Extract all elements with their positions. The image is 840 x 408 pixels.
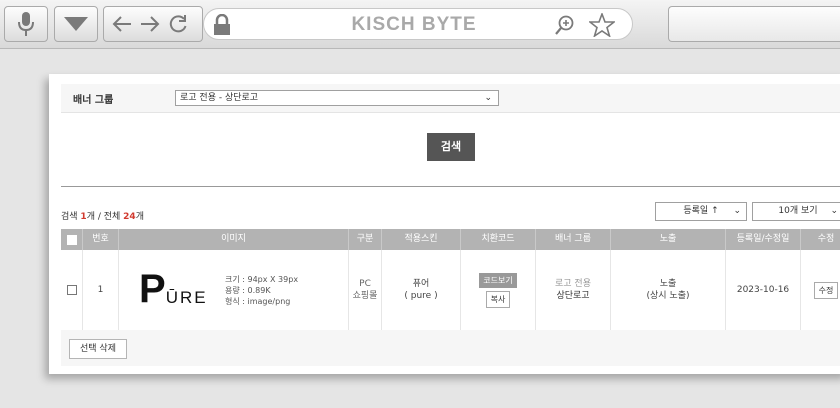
row-group-line2: 상단로고 bbox=[556, 291, 590, 301]
browser-toolbar: KISCH BYTE bbox=[0, 0, 840, 49]
header-group: 배너 그룹 bbox=[536, 229, 611, 250]
row-edit-cell: 수정 bbox=[801, 250, 840, 330]
divider bbox=[61, 186, 840, 187]
header-date: 등록일/수정일 bbox=[726, 229, 801, 250]
result-count-suffix: 개 bbox=[135, 212, 144, 222]
content-panel: 배너 그룹 로고 전용 - 상단로고 ⌄ 검색 검색 1개 / 전체 24개 등… bbox=[49, 74, 840, 374]
lock-icon bbox=[214, 14, 230, 35]
page-size-value: 10개 보기 bbox=[778, 206, 818, 216]
microphone-button[interactable] bbox=[4, 6, 48, 42]
row-number: 1 bbox=[83, 250, 119, 330]
row-type: PC 쇼핑몰 bbox=[349, 250, 382, 330]
dropdown-arrow-icon bbox=[64, 17, 88, 31]
header-skin: 적용스킨 bbox=[382, 229, 461, 250]
copy-button[interactable]: 복사 bbox=[485, 290, 511, 308]
back-arrow-icon[interactable] bbox=[112, 15, 132, 33]
result-count-prefix: 검색 bbox=[61, 212, 81, 222]
star-icon[interactable] bbox=[589, 13, 615, 37]
row-type-line1: PC bbox=[359, 279, 371, 289]
toolbar-side-box bbox=[668, 6, 840, 42]
row-date: 2023-10-16 bbox=[726, 250, 801, 330]
reload-icon[interactable] bbox=[168, 14, 188, 34]
header-type: 구분 bbox=[349, 229, 382, 250]
header-number: 번호 bbox=[83, 229, 119, 250]
result-count-middle: 개 / 전체 bbox=[86, 212, 124, 222]
microphone-icon bbox=[18, 12, 34, 36]
chevron-down-icon: ⌄ bbox=[484, 93, 492, 103]
table-footer: 선택 삭제 bbox=[61, 330, 840, 366]
image-capacity: 용량 : 0.89K bbox=[225, 285, 271, 295]
table-header: 번호 이미지 구분 적용스킨 치환코드 배너 그룹 노출 등록일/수정일 수정 bbox=[61, 229, 840, 250]
banner-group-select[interactable]: 로고 전용 - 상단로고 ⌄ bbox=[175, 90, 499, 106]
dropdown-button[interactable] bbox=[54, 6, 98, 42]
row-group-line1: 로고 전용 bbox=[555, 279, 591, 289]
row-skin-line2: ( pure ) bbox=[404, 291, 438, 301]
edit-button[interactable]: 수정 bbox=[813, 281, 839, 299]
row-code: 코드보기 복사 bbox=[461, 250, 536, 330]
banner-logo-image: P ŪRE bbox=[139, 267, 211, 311]
forward-arrow-icon[interactable] bbox=[140, 15, 160, 33]
header-edit: 수정 bbox=[817, 234, 835, 244]
banner-group-value: 로고 전용 - 상단로고 bbox=[180, 93, 259, 103]
logo-letter: P bbox=[139, 267, 166, 311]
row-exposure-line1: 노출 bbox=[659, 279, 677, 289]
image-size: 크기 : 94px X 39px bbox=[225, 274, 299, 284]
table-row: 1 P ŪRE 크기 : 94px X 39px 용량 : 0.89K 형식 : … bbox=[61, 250, 840, 331]
image-format: 형식 : image/png bbox=[225, 296, 291, 306]
logo-rest: ŪRE bbox=[165, 288, 208, 307]
row-image-cell: P ŪRE 크기 : 94px X 39px 용량 : 0.89K 형식 : im… bbox=[119, 250, 349, 330]
row-select-cell bbox=[61, 250, 83, 330]
row-checkbox[interactable] bbox=[66, 285, 77, 295]
header-code: 치환코드 bbox=[461, 229, 536, 250]
row-skin: 퓨어 ( pure ) bbox=[382, 250, 461, 330]
page-size-select[interactable]: 10개 보기 ⌄ bbox=[752, 202, 840, 221]
page-title: KISCH BYTE bbox=[351, 14, 477, 35]
nav-buttons-group bbox=[103, 6, 203, 42]
zoom-icon[interactable] bbox=[555, 15, 575, 37]
chevron-down-icon: ⌄ bbox=[733, 206, 741, 216]
row-exposure-line2: (상시 노출) bbox=[646, 291, 690, 301]
address-bar[interactable]: KISCH BYTE bbox=[203, 8, 633, 40]
result-total-number: 24 bbox=[123, 212, 136, 222]
banner-group-label: 배너 그룹 bbox=[73, 95, 114, 106]
sort-select[interactable]: 등록일 ↑ ⌄ bbox=[655, 202, 747, 221]
search-button[interactable]: 검색 bbox=[427, 133, 475, 161]
row-group: 로고 전용 상단로고 bbox=[536, 250, 611, 330]
row-exposure: 노출 (상시 노출) bbox=[611, 250, 726, 330]
row-type-line2: 쇼핑몰 bbox=[352, 291, 378, 301]
chevron-down-icon: ⌄ bbox=[830, 206, 838, 216]
delete-selected-button[interactable]: 선택 삭제 bbox=[69, 339, 127, 359]
sort-select-value: 등록일 ↑ bbox=[683, 206, 719, 216]
header-exposure: 노출 bbox=[611, 229, 726, 250]
header-image: 이미지 bbox=[119, 229, 349, 250]
select-all-cell bbox=[61, 229, 83, 250]
code-view-button[interactable]: 코드보기 bbox=[479, 272, 517, 288]
image-info: 크기 : 94px X 39px 용량 : 0.89K 형식 : image/p… bbox=[225, 274, 298, 307]
result-count: 검색 1개 / 전체 24개 bbox=[61, 209, 144, 222]
row-skin-line1: 퓨어 bbox=[412, 279, 430, 289]
select-all-checkbox[interactable] bbox=[66, 234, 77, 245]
